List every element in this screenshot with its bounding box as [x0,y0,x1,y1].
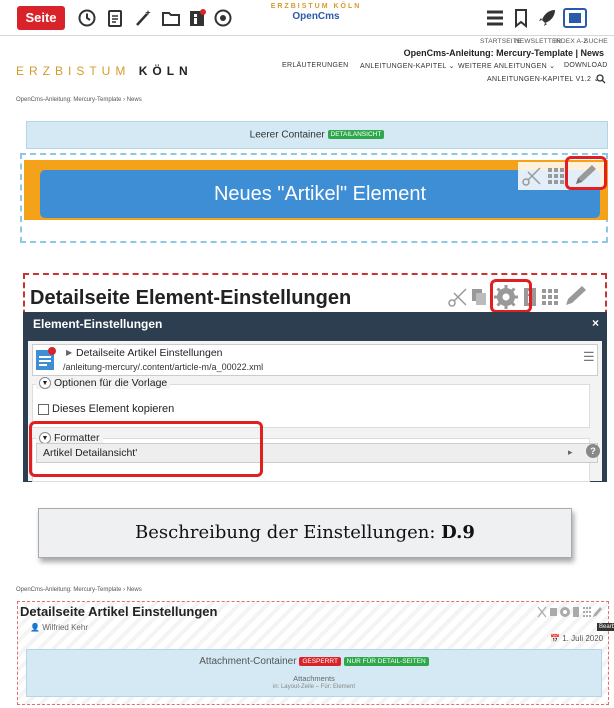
copy-element-label: Dieses Element kopieren [52,403,175,415]
highlight-settings-button [490,279,532,313]
detail-only-badge: NUR FÜR DETAIL-SEITEN [343,656,429,666]
author-line: 👤 Wilfried Kehr [30,623,88,632]
attachments-label: Attachments [293,674,335,683]
collapse-toggle-icon[interactable]: ▼ [39,377,51,390]
gear-settings-icon [560,607,570,617]
pencil-edit-icon [566,286,586,305]
detail-element-title: Detailseite Element-Einstellungen [30,287,352,309]
resource-path: /anleitung-mercury/.content/article-m/a_… [63,362,264,372]
attachment-container-header: Attachment-Container GESPERRT NUR FÜR DE… [26,656,602,667]
nav-anleitungen-kapitel[interactable]: ANLEITUNGEN-KAPITEL ⌄ [360,62,455,70]
copy-icon [550,608,557,616]
date-line: 📅 1. Juli 2020 [550,634,603,643]
select-arrow-icon[interactable]: ▸ [568,447,573,458]
target-icon[interactable] [212,7,234,29]
pencil-edit-icon [593,607,602,617]
article-title: Detailseite Artikel Einstellungen [20,604,218,619]
bookmark-icon[interactable] [510,7,532,29]
expand-caret-icon[interactable]: ▶ [66,348,72,357]
topnav-suche[interactable]: SUCHE [584,38,608,45]
article-date: 1. Juli 2020 [562,634,604,643]
topnav-index[interactable]: INDEX A-Z [554,38,588,45]
locked-badge: GESPERRT [299,656,341,666]
logo-line1: ERZBISTUM KÖLN [270,3,362,10]
dialog-title: Element-Einstellungen [33,317,163,331]
options-section-title: Optionen für die Vorlage [54,377,168,389]
close-button[interactable]: × [592,316,599,330]
scissors-icon [448,288,467,307]
rocket-icon[interactable] [536,7,558,29]
history-icon[interactable] [76,7,98,29]
logo-text-koeln: KÖLN [138,64,193,78]
logo-text-erzbistum: ERZBISTUM [16,64,131,78]
context-menu-icon[interactable]: ☰ [583,349,595,365]
erzbistum-logo[interactable]: ERZBISTUM KÖLN [16,64,193,78]
highlight-edit-button [565,156,607,190]
info-icon[interactable] [186,7,208,29]
resource-title: Detailseite Artikel Einstellungen [76,347,223,359]
grid-move-icon [548,168,564,184]
preview-element-toolbar [537,606,602,618]
site-title: OpenCms-Anleitung: Mercury-Template | Ne… [403,48,604,58]
description-box: Beschreibung der Einstellungen: D.9 [38,508,572,558]
edit-tooltip: Bearbeite [597,623,614,631]
detailansicht-badge: DETAILANSICHT [327,130,385,139]
info-icon [573,607,579,617]
logo-line2: OpenCms [292,11,340,22]
attachments-sublabel: in: Layout-Zeile – Für: Element [272,684,356,690]
nav-anleitungen-v12[interactable]: ANLEITUNGEN-KAPITEL V1.2 ⌄ [487,75,600,83]
search-icon[interactable] [596,74,606,84]
user-icon: 👤 [30,623,40,632]
grid-move-icon [583,607,591,617]
description-prefix: Beschreibung der Einstellungen: [135,522,442,543]
nav-erlaeuterungen[interactable]: ERLÄUTERUNGEN [282,62,349,69]
article-resource-icon [36,347,56,370]
calendar-icon: 📅 [550,634,560,643]
copy-element-checkbox[interactable] [38,404,49,415]
clipboard-icon[interactable] [104,7,126,29]
folder-icon[interactable] [160,7,182,29]
scissors-icon [537,606,547,618]
nav-download[interactable]: DOWNLOAD [564,62,608,69]
author-name: Wilfried Kehr [42,623,88,632]
options-section-legend[interactable]: ▼ Optionen für die Vorlage [36,377,171,390]
new-article-element[interactable]: Neues "Artikel" Element [40,170,600,218]
empty-container-label: Leerer Container [249,129,325,141]
attachment-container-label: Attachment-Container [199,656,297,667]
grid-move-icon [542,289,558,305]
magic-wand-icon[interactable] [132,7,154,29]
menu-icon[interactable] [484,7,506,29]
description-code: D.9 [441,522,475,543]
copy-icon [472,289,486,305]
breadcrumb[interactable]: OpenCms-Anleitung: Mercury-Template › Ne… [16,587,142,593]
nav-weitere-anleitungen[interactable]: WEITERE ANLEITUNGEN ⌄ [458,62,555,70]
empty-container: Leerer Container DETAILANSICHT [26,121,608,149]
opencms-logo: ERZBISTUM KÖLN OpenCms [268,3,364,31]
help-icon[interactable]: ? [586,444,600,458]
seite-button[interactable]: Seite [17,6,65,30]
highlight-formatter [29,421,263,477]
breadcrumb[interactable]: OpenCms-Anleitung: Mercury-Template › Ne… [16,97,142,103]
selection-icon[interactable] [562,7,588,29]
